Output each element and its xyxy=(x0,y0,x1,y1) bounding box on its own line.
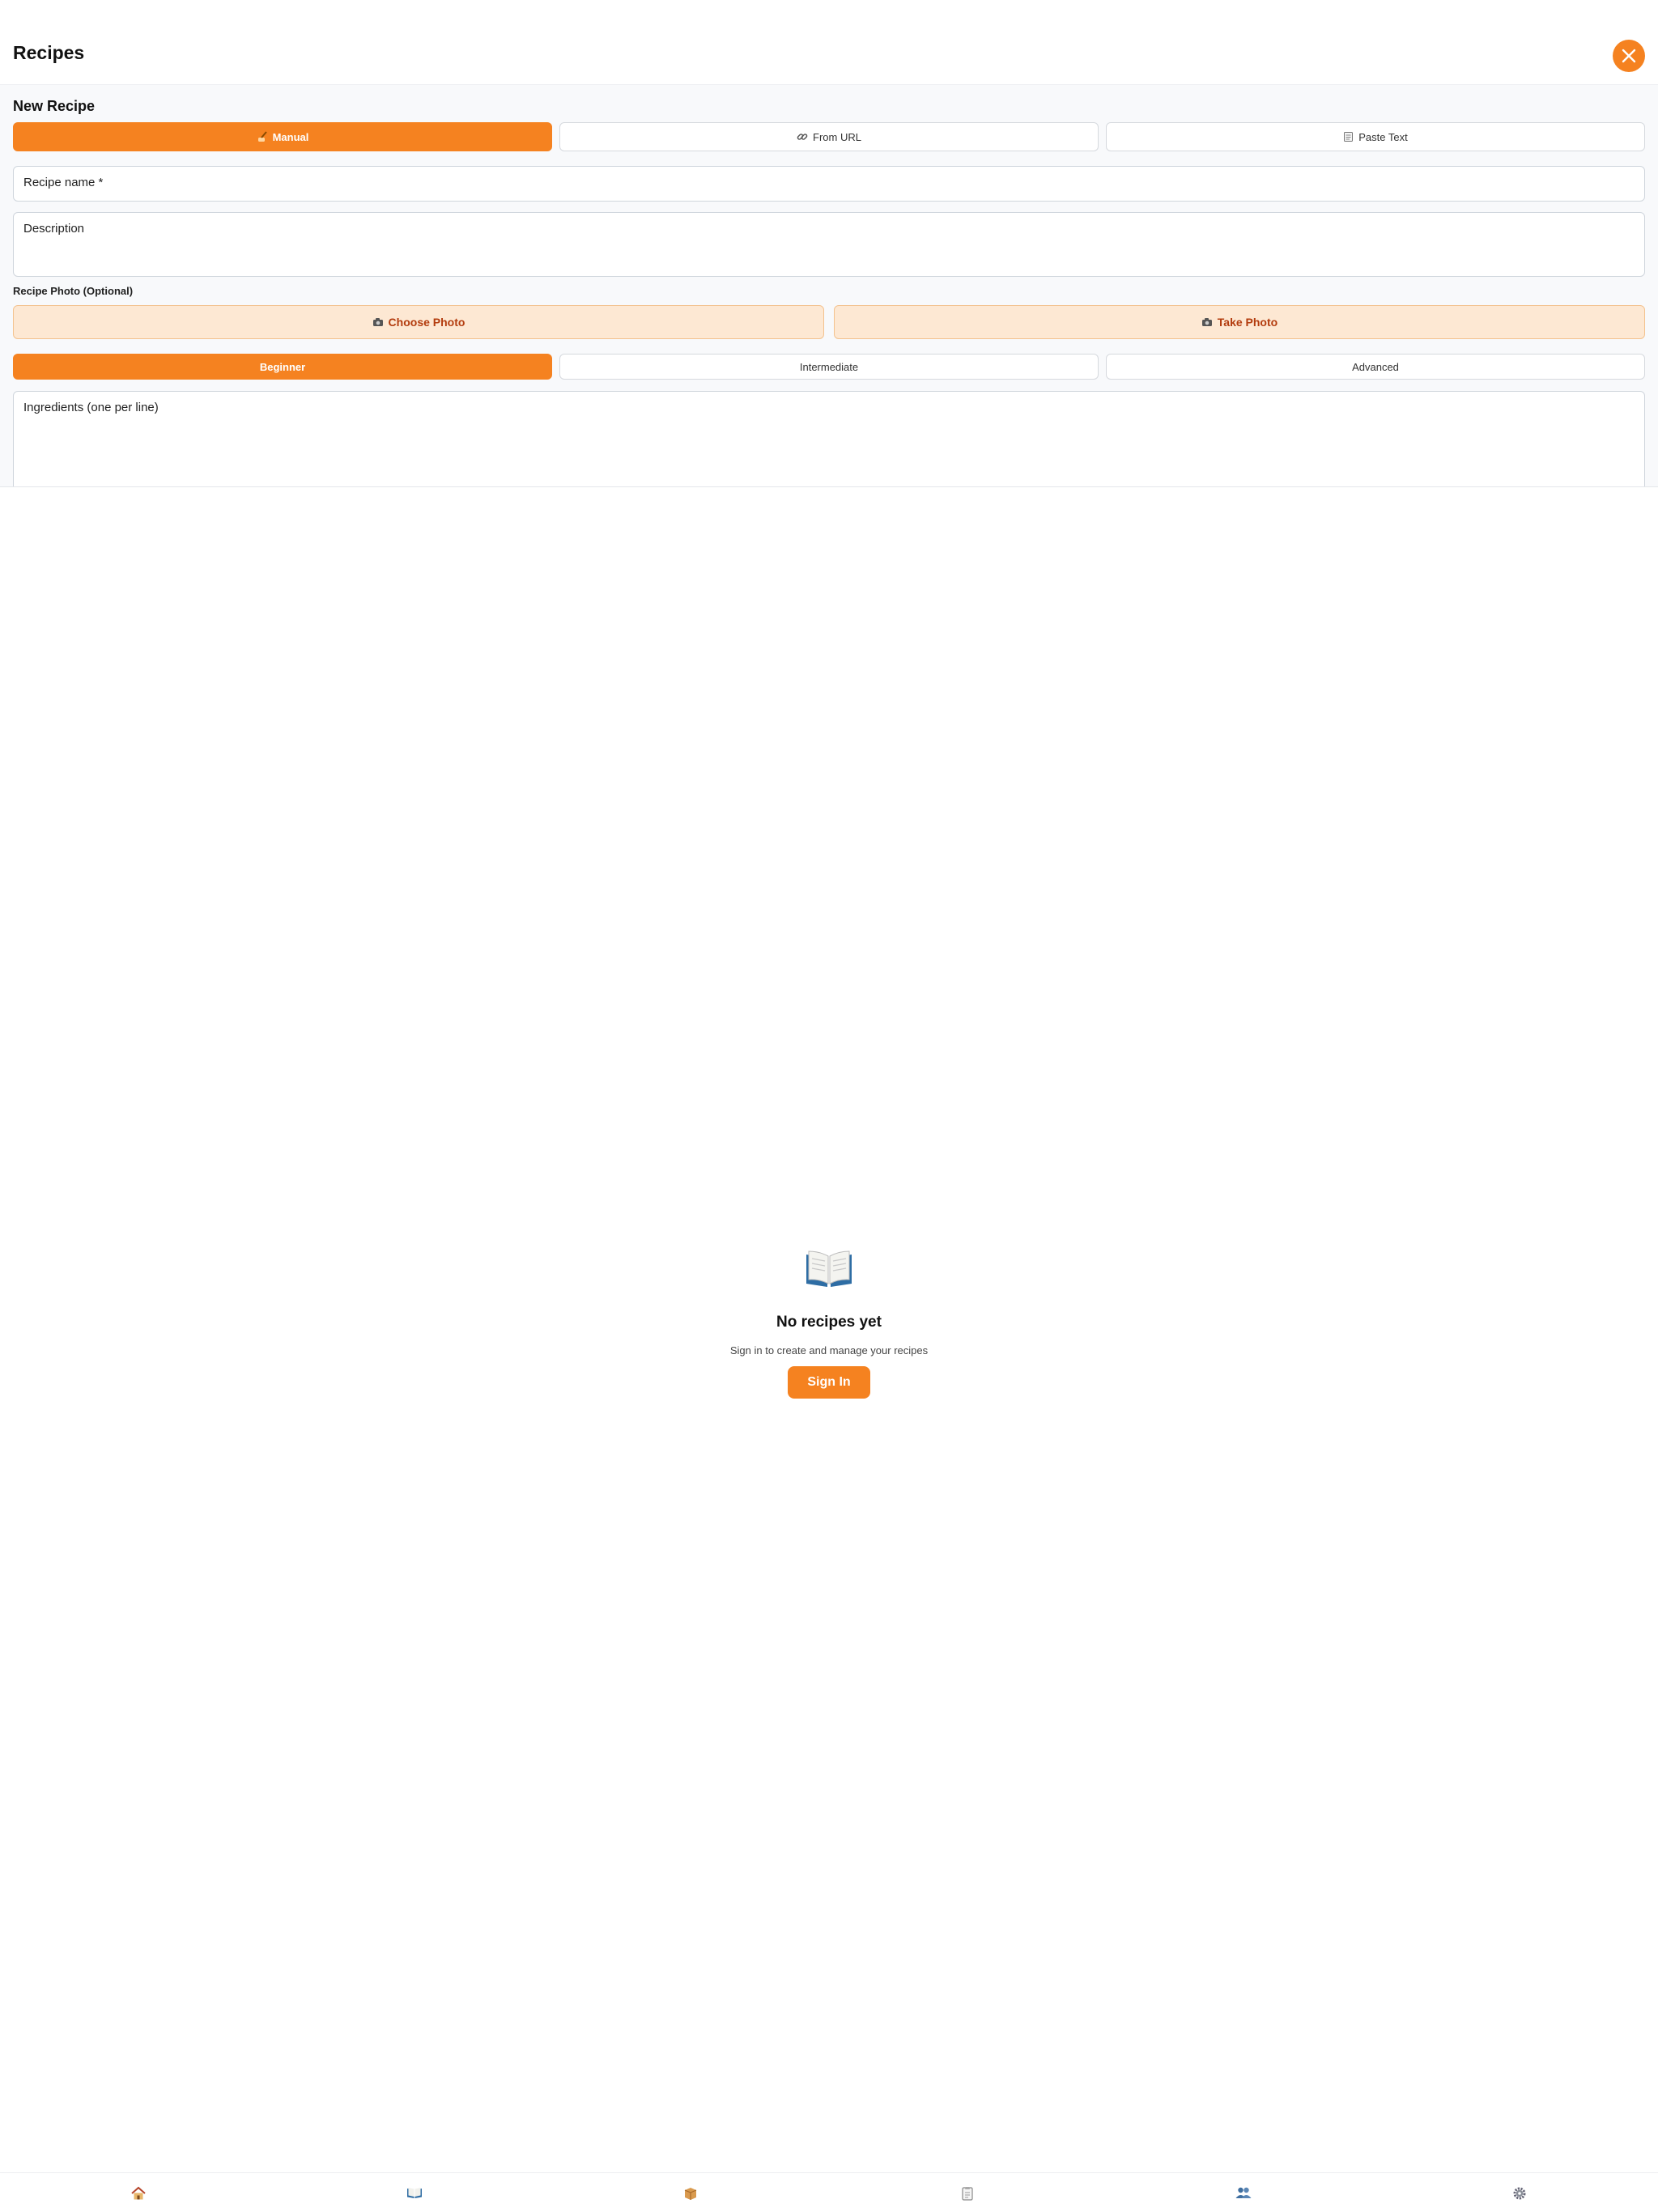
list-icon xyxy=(962,2187,973,2201)
mode-tab-label: Manual xyxy=(272,130,309,143)
page-title: Recipes xyxy=(13,42,85,63)
close-button[interactable] xyxy=(1613,40,1645,72)
link-icon xyxy=(797,134,808,140)
header: Recipes xyxy=(0,0,1658,85)
difficulty-tabs: Beginner Intermediate Advanced xyxy=(13,354,1645,380)
photo-buttons: Choose Photo Take Photo xyxy=(13,305,1645,339)
level-label: Beginner xyxy=(259,360,306,373)
level-beginner[interactable]: Beginner xyxy=(13,354,552,380)
description-input[interactable]: Description xyxy=(13,212,1645,277)
level-advanced[interactable]: Advanced xyxy=(1106,354,1645,380)
ingredients-placeholder: Ingredients (one per line) xyxy=(23,401,159,414)
mode-tab-label: From URL xyxy=(813,130,861,143)
empty-subtitle: Sign in to create and manage your recipe… xyxy=(729,1344,929,1356)
new-recipe-panel: New Recipe Manual From URL Paste Text Re… xyxy=(0,85,1658,487)
empty-title: No recipes yet xyxy=(776,1314,882,1331)
photo-label: Recipe Photo (Optional) xyxy=(13,285,134,297)
tab-pantry[interactable] xyxy=(553,2173,829,2212)
bottom-tab-bar xyxy=(0,2172,1658,2212)
description-placeholder: Description xyxy=(23,222,85,236)
tab-social[interactable] xyxy=(1105,2173,1381,2212)
mode-tabs: Manual From URL Paste Text xyxy=(13,122,1645,151)
home-icon xyxy=(130,2186,146,2200)
section-title: New Recipe xyxy=(13,98,96,114)
take-photo-label: Take Photo xyxy=(1217,316,1278,329)
book-icon xyxy=(406,2188,422,2198)
pantry-icon xyxy=(685,2188,697,2200)
choose-photo-button[interactable]: Choose Photo xyxy=(13,305,824,339)
camera-icon xyxy=(1201,318,1212,326)
ingredients-input[interactable]: Ingredients (one per line) xyxy=(13,391,1645,486)
tab-settings[interactable] xyxy=(1382,2173,1658,2212)
close-icon xyxy=(1622,49,1636,63)
level-label: Intermediate xyxy=(799,360,859,373)
gear-icon xyxy=(1513,2187,1526,2200)
camera-icon xyxy=(372,318,383,326)
recipe-name-input[interactable]: Recipe name * xyxy=(13,166,1645,202)
tab-recipes[interactable] xyxy=(276,2173,552,2212)
recipe-name-placeholder: Recipe name * xyxy=(23,176,104,189)
level-label: Advanced xyxy=(1352,360,1399,373)
take-photo-button[interactable]: Take Photo xyxy=(834,305,1645,339)
mode-tab-label: Paste Text xyxy=(1358,130,1408,143)
tab-list[interactable] xyxy=(829,2173,1105,2212)
level-intermediate[interactable]: Intermediate xyxy=(559,354,1099,380)
open-book-icon xyxy=(806,1250,852,1287)
notepad-icon xyxy=(1344,132,1354,142)
mode-tab-paste-text[interactable]: Paste Text xyxy=(1106,122,1645,151)
tab-home[interactable] xyxy=(0,2173,276,2212)
empty-state: No recipes yet Sign in to create and man… xyxy=(0,1246,1658,1399)
people-icon xyxy=(1235,2187,1252,2198)
choose-photo-label: Choose Photo xyxy=(388,316,466,329)
mode-tab-from-url[interactable]: From URL xyxy=(559,122,1099,151)
mode-tab-manual[interactable]: Manual xyxy=(13,122,552,151)
sign-in-button[interactable]: Sign In xyxy=(788,1366,870,1399)
writing-hand-icon xyxy=(257,131,267,142)
